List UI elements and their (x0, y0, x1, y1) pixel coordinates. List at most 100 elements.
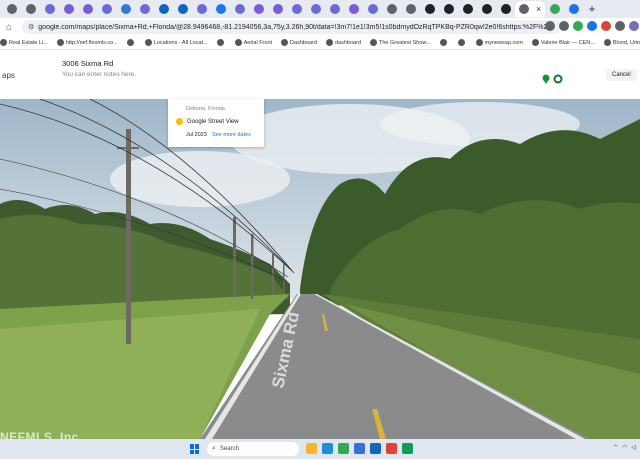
extension-icon[interactable] (601, 21, 611, 31)
web-icon (443, 4, 454, 14)
site-info-icon[interactable]: ⚙ (28, 23, 34, 31)
puzzle-icon[interactable] (615, 21, 625, 31)
chrome-icon (568, 4, 579, 14)
bookmark-label: Valerie Blair — CEN... (540, 39, 595, 46)
browser-tab[interactable] (2, 1, 21, 17)
capture-date: Jul 2023 (186, 132, 207, 138)
web-icon (462, 4, 473, 14)
bookmark-item[interactable]: Valerie Blair — CEN... (531, 39, 595, 46)
browser-tab[interactable] (78, 1, 97, 17)
street-view-image[interactable]: Sixma Rd (0, 99, 640, 439)
address-bar[interactable]: ⚙ google.com/maps/place/Sixma+Rd,+Florid… (22, 20, 562, 34)
bookmark-item[interactable] (457, 39, 467, 46)
browser-tab[interactable] (420, 1, 439, 17)
browser-tab[interactable] (116, 1, 135, 17)
browser-tab-active[interactable]: × (515, 1, 545, 17)
web-icon (101, 4, 112, 14)
taskbar-search[interactable]: ⌕ Search (207, 442, 299, 456)
bookmark-item[interactable]: Blood, Urine & Oth... (603, 39, 640, 46)
chrome-icon[interactable] (386, 443, 397, 454)
generic-icon (6, 4, 17, 14)
map-pin-icon[interactable] (541, 74, 551, 84)
web-icon (405, 4, 416, 14)
web-icon (310, 4, 321, 14)
linkedin-icon (177, 4, 188, 14)
bookmark-item[interactable]: The Greatest Show... (369, 39, 431, 46)
app-icon[interactable] (402, 443, 413, 454)
bookmark-favicon-icon (603, 39, 611, 46)
bookmark-item[interactable]: Locations - All Locat... (144, 39, 208, 46)
notes-input[interactable]: You can enter notes here. (62, 71, 136, 78)
browser-tab[interactable] (268, 1, 287, 17)
navigation-bar: ⌂ ⚙ google.com/maps/place/Sixma+Rd,+Flor… (0, 18, 640, 36)
cast-icon[interactable] (545, 21, 555, 31)
browser-tab[interactable] (363, 1, 382, 17)
start-icon[interactable] (190, 444, 200, 454)
browser-tab[interactable] (97, 1, 116, 17)
maps-logo: aps (2, 71, 15, 80)
bookmark-star-icon[interactable] (559, 21, 569, 31)
web-icon (196, 4, 207, 14)
browser-tab[interactable] (382, 1, 401, 17)
browser-tab[interactable] (564, 1, 583, 17)
web-icon (500, 4, 511, 14)
bookmark-item[interactable]: Dashboard (281, 39, 317, 46)
mail-icon[interactable] (370, 443, 381, 454)
bookmark-item[interactable] (216, 39, 226, 46)
profile-avatar-icon[interactable] (553, 74, 563, 84)
web-icon (386, 4, 397, 14)
cancel-button[interactable]: Cancel (606, 69, 637, 81)
bookmark-favicon-icon (144, 39, 152, 46)
wifi-icon[interactable]: ◠ (622, 444, 627, 451)
maps-notes-panel: aps 3006 Sixma Rd You can enter notes he… (0, 50, 640, 99)
see-more-dates-link[interactable]: See more dates (212, 132, 251, 138)
bookmark-item[interactable]: dashboard (325, 39, 361, 46)
browser-tab[interactable] (249, 1, 268, 17)
chevron-up-icon[interactable]: ⌃ (613, 444, 618, 451)
browser-tab[interactable] (344, 1, 363, 17)
browser-tab[interactable] (230, 1, 249, 17)
bookmark-label: Aerial Front (243, 39, 273, 46)
store-icon[interactable] (354, 443, 365, 454)
browser-tab[interactable] (401, 1, 420, 17)
linkedin-icon (158, 4, 169, 14)
browser-tab[interactable] (496, 1, 515, 17)
browser-tab[interactable] (477, 1, 496, 17)
file-explorer-icon[interactable] (306, 443, 317, 454)
browser-tab[interactable] (173, 1, 192, 17)
browser-tab[interactable] (21, 1, 40, 17)
volume-icon[interactable]: ◁ (631, 444, 636, 451)
browser-tab[interactable] (458, 1, 477, 17)
browser-tab[interactable] (325, 1, 344, 17)
browser-tab[interactable] (287, 1, 306, 17)
bookmark-item[interactable]: Aerial Front (234, 39, 273, 46)
browser-tab[interactable] (40, 1, 59, 17)
provider-row: Google Street View (176, 118, 239, 125)
search-icon (25, 4, 36, 14)
browser-tab[interactable] (545, 1, 564, 17)
close-tab-icon[interactable]: × (536, 4, 541, 14)
chrome-icon[interactable] (338, 443, 349, 454)
facebook-icon (215, 4, 226, 14)
extension-icon[interactable] (573, 21, 583, 31)
bookmark-item[interactable]: mynewsap.com (475, 39, 523, 46)
bookmark-favicon-icon (281, 39, 289, 46)
bookmark-item[interactable] (126, 39, 136, 46)
browser-tab[interactable] (154, 1, 173, 17)
edge-icon[interactable] (322, 443, 333, 454)
profile-avatar-icon[interactable] (629, 21, 639, 31)
browser-tab[interactable] (135, 1, 154, 17)
bookmark-label: Blood, Urine & Oth... (612, 39, 640, 46)
bookmark-item[interactable]: http://nef.flexmls.co... (56, 39, 118, 46)
browser-tab[interactable] (59, 1, 78, 17)
browser-tab[interactable] (211, 1, 230, 17)
bookmark-item[interactable] (439, 39, 449, 46)
extension-icon[interactable] (587, 21, 597, 31)
browser-tab[interactable] (306, 1, 325, 17)
browser-tab[interactable] (192, 1, 211, 17)
web-icon (63, 4, 74, 14)
bookmark-item[interactable]: Real Estate Li... (0, 39, 48, 46)
browser-tab[interactable] (439, 1, 458, 17)
home-icon[interactable]: ⌂ (2, 22, 16, 33)
new-tab-button[interactable]: + (585, 2, 599, 16)
